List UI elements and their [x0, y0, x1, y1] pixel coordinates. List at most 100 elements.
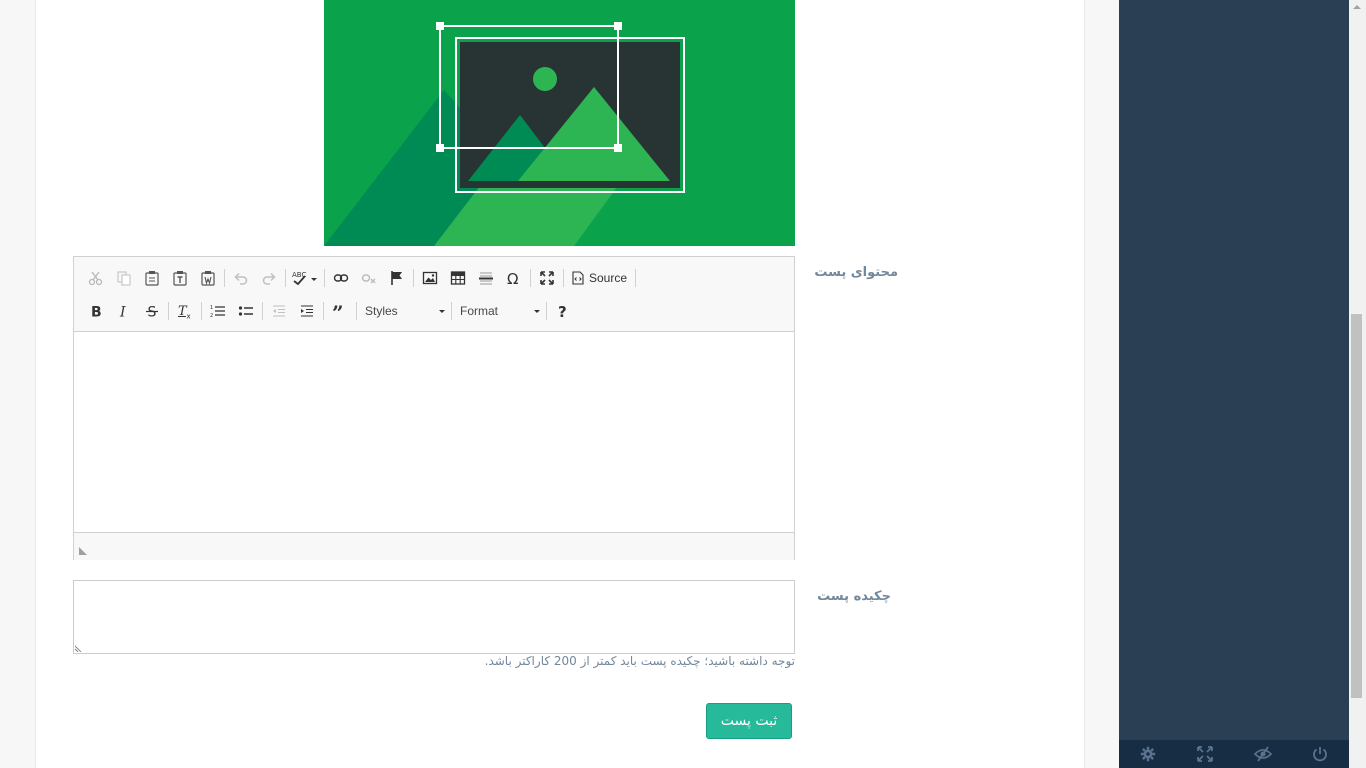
image-placeholder-icon	[324, 0, 795, 246]
styles-dropdown[interactable]: Styles	[359, 299, 449, 323]
svg-text:Ω: Ω	[507, 270, 518, 286]
source-icon	[572, 271, 584, 285]
undo-icon	[234, 272, 248, 285]
styles-dropdown-label: Styles	[365, 304, 398, 318]
help-label: ?	[558, 303, 567, 319]
rich-text-editor: ABC Ω Source B I S T x 1 2 ” Styles Form…	[73, 256, 795, 560]
numbered-list-icon: 12	[210, 305, 225, 319]
copy-icon	[117, 271, 131, 286]
unlink-button[interactable]	[355, 265, 383, 291]
indent-button[interactable]	[293, 298, 321, 324]
maximize-icon	[540, 271, 554, 285]
svg-text:I: I	[119, 305, 126, 320]
settings-button[interactable]	[1119, 740, 1177, 768]
toolbar-separator	[546, 302, 547, 320]
blockquote-button[interactable]: ”	[326, 298, 354, 324]
strike-button[interactable]: S	[138, 298, 166, 324]
sidebar-footer	[1119, 740, 1349, 768]
source-button[interactable]: Source	[566, 265, 633, 291]
toolbar-separator	[530, 269, 531, 287]
bold-icon: B	[91, 305, 102, 320]
horizontal-rule-button[interactable]	[472, 265, 500, 291]
link-button[interactable]	[327, 265, 355, 291]
paste-word-button[interactable]	[194, 265, 222, 291]
paste-icon	[145, 271, 159, 286]
help-button[interactable]: ?	[549, 298, 577, 324]
svg-text:1: 1	[210, 305, 213, 311]
lock-button[interactable]	[1234, 740, 1292, 768]
editor-content-area[interactable]	[74, 332, 794, 532]
toolbar-row-2: B I S Tx 12 ” Styles Format ?	[82, 297, 577, 325]
bold-button[interactable]: B	[82, 298, 110, 324]
toolbar-row-1: ABC Ω Source	[82, 264, 638, 292]
featured-image[interactable]	[324, 0, 795, 246]
toolbar-separator	[168, 302, 169, 320]
toolbar-separator	[323, 302, 324, 320]
excerpt-help-text: توجه داشته باشید؛ چکیده پست باید کمتر از…	[484, 654, 795, 668]
toolbar-separator	[324, 269, 325, 287]
paste-button[interactable]	[138, 265, 166, 291]
spellcheck-button[interactable]: ABC	[288, 265, 322, 291]
toolbar-separator	[356, 302, 357, 320]
anchor-button[interactable]	[383, 265, 411, 291]
toolbar-separator	[563, 269, 564, 287]
remove-format-icon: Tx	[178, 304, 191, 320]
toolbar-separator	[451, 302, 452, 320]
italic-icon: I	[119, 305, 126, 320]
outdent-button[interactable]	[265, 298, 293, 324]
horizontal-rule-icon	[479, 272, 493, 285]
paste-text-icon	[173, 271, 187, 286]
toolbar-separator	[635, 269, 637, 287]
format-dropdown-label: Format	[460, 304, 499, 318]
undo-button[interactable]	[227, 265, 255, 291]
format-dropdown[interactable]: Format	[454, 299, 544, 323]
source-label: Source	[589, 271, 628, 285]
bulleted-list-button[interactable]	[232, 298, 260, 324]
toolbar-separator	[285, 269, 286, 287]
special-char-button[interactable]: Ω	[500, 265, 528, 291]
chevron-down-icon	[439, 309, 445, 313]
strikethrough-icon: S	[146, 305, 158, 319]
scrollbar-thumb[interactable]	[1351, 314, 1362, 698]
submit-post-button[interactable]: ثبت پست	[706, 703, 792, 739]
editor-footer	[74, 532, 794, 560]
toolbar-separator	[201, 302, 202, 320]
resize-grip-icon[interactable]	[79, 547, 87, 555]
toolbar-separator	[224, 269, 225, 287]
indent-icon	[301, 305, 313, 317]
remove-format-button[interactable]: Tx	[171, 298, 199, 324]
quote-icon: ”	[332, 303, 344, 319]
table-button[interactable]	[444, 265, 472, 291]
cut-button[interactable]	[82, 265, 110, 291]
logout-button[interactable]	[1292, 740, 1350, 768]
redo-button[interactable]	[255, 265, 283, 291]
svg-text:x: x	[187, 313, 191, 320]
editor-toolbar: ABC Ω Source B I S T x 1 2 ” Styles Form…	[74, 257, 794, 332]
chevron-down-icon	[534, 309, 540, 313]
maximize-button[interactable]	[533, 265, 561, 291]
excerpt-label: چکیده پست	[817, 589, 891, 604]
italic-button[interactable]: I	[110, 298, 138, 324]
paste-word-icon	[201, 271, 215, 286]
copy-button[interactable]	[110, 265, 138, 291]
image-button[interactable]	[416, 265, 444, 291]
page-scrollbar[interactable]	[1349, 0, 1366, 768]
svg-text:”: ”	[332, 303, 344, 319]
numbered-list-button[interactable]: 12	[204, 298, 232, 324]
table-icon	[450, 271, 466, 285]
excerpt-textarea[interactable]	[73, 580, 795, 654]
bulleted-list-icon	[238, 306, 253, 316]
redo-icon	[262, 272, 276, 285]
paste-text-button[interactable]	[166, 265, 194, 291]
svg-text:B: B	[91, 305, 102, 320]
flag-icon	[391, 271, 402, 285]
textarea-resize-icon[interactable]	[75, 644, 83, 652]
eye-slash-icon	[1253, 746, 1272, 762]
toolbar-separator	[413, 269, 414, 287]
link-icon	[333, 274, 349, 282]
sidebar	[1119, 0, 1349, 768]
content-label: محتوای پست	[814, 265, 898, 280]
help-icon: ?	[558, 303, 567, 319]
fullscreen-button[interactable]	[1177, 740, 1235, 768]
scroll-up-icon[interactable]	[1353, 5, 1361, 9]
